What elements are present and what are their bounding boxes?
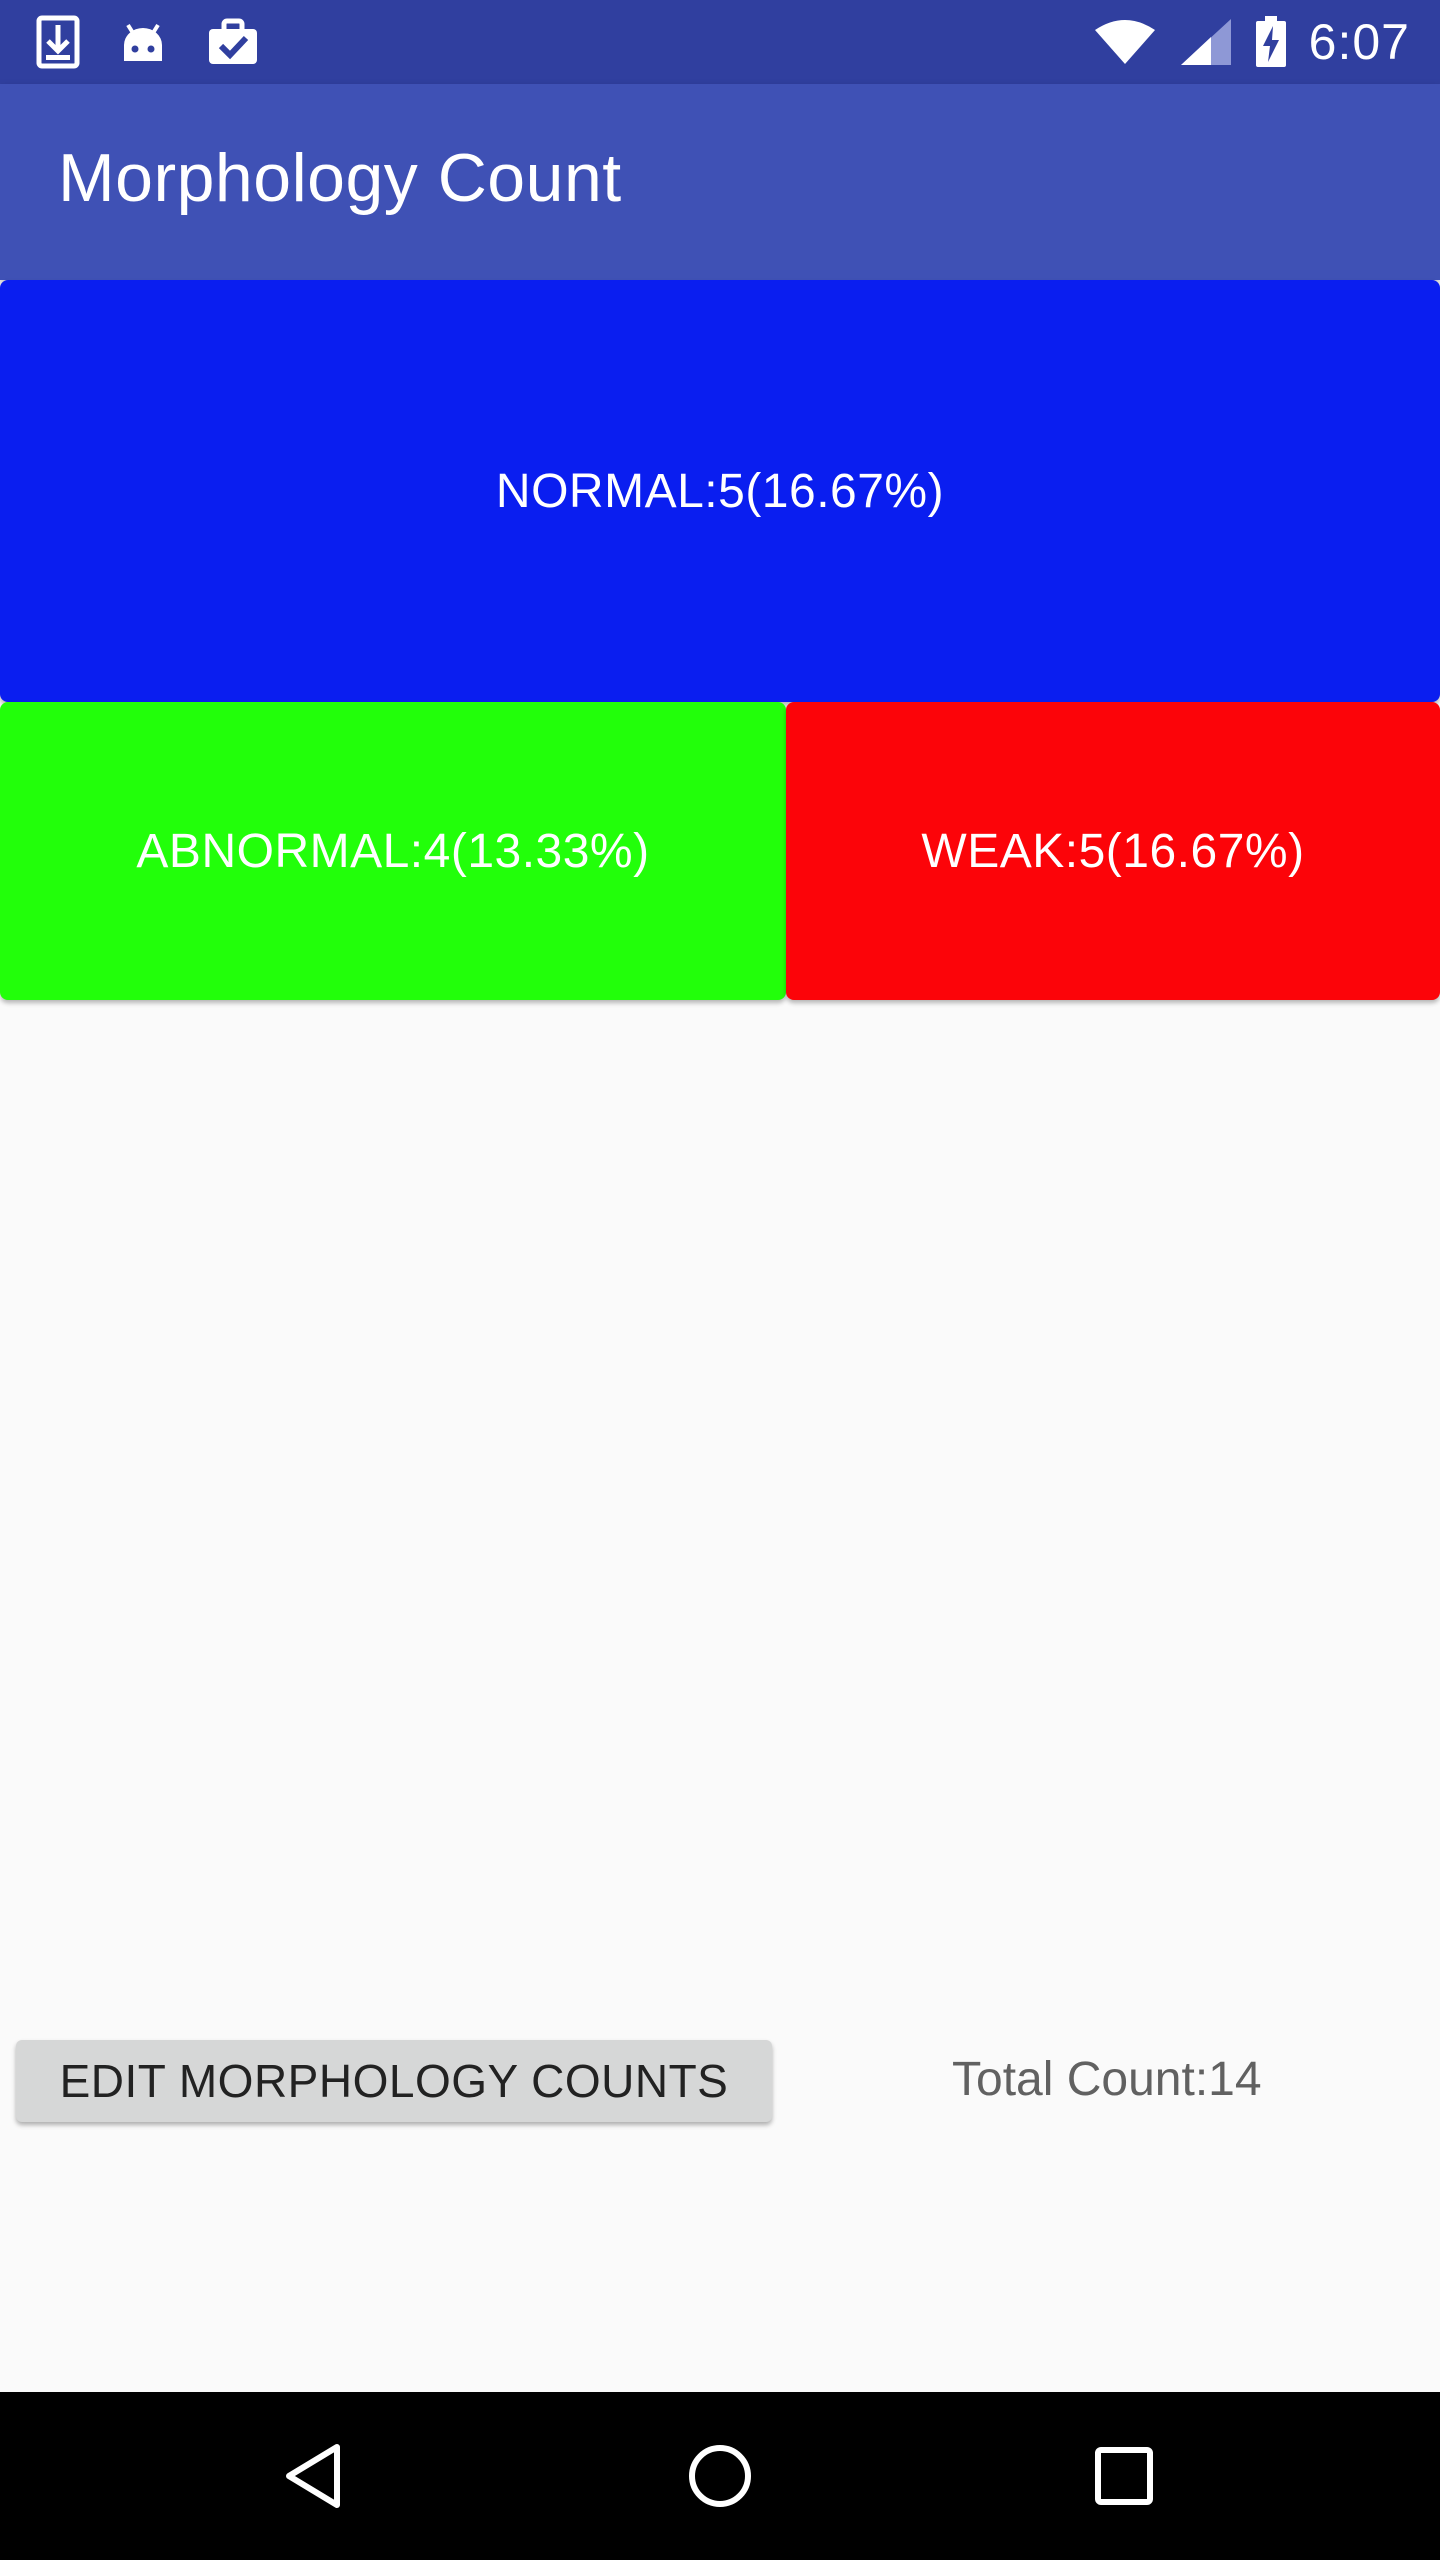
wifi-icon <box>1093 18 1157 66</box>
home-icon[interactable] <box>678 2434 762 2518</box>
back-icon[interactable] <box>274 2434 358 2518</box>
notification-icons <box>36 12 260 72</box>
normal-count-label: NORMAL:5(16.67%) <box>495 464 945 518</box>
weak-count-tile[interactable]: WEAK:5(16.67%) <box>786 702 1440 1000</box>
total-count-label: Total Count:14 <box>952 2053 1262 2106</box>
recents-icon[interactable] <box>1082 2434 1166 2518</box>
navigation-bar <box>0 2392 1440 2560</box>
system-icons: 6:07 <box>1093 12 1410 72</box>
clock: 6:07 <box>1308 14 1410 70</box>
app-bar: Morphology Count <box>0 84 1440 280</box>
cell-signal-icon <box>1179 17 1233 67</box>
edit-morphology-counts-button[interactable]: EDIT MORPHOLOGY COUNTS <box>16 2040 772 2122</box>
weak-count-label: WEAK:5(16.67%) <box>921 824 1305 878</box>
abnormal-count-tile[interactable]: ABNORMAL:4(13.33%) <box>0 702 786 1000</box>
page-title: Morphology Count <box>58 140 622 216</box>
abnormal-count-label: ABNORMAL:4(13.33%) <box>136 824 650 878</box>
battery-charging-icon <box>1255 16 1287 68</box>
normal-count-tile[interactable]: NORMAL:5(16.67%) <box>0 280 1440 702</box>
android-icon <box>120 17 166 67</box>
status-bar: 6:07 <box>0 0 1440 84</box>
download-icon <box>36 15 80 69</box>
clipboard-check-icon <box>206 17 260 67</box>
